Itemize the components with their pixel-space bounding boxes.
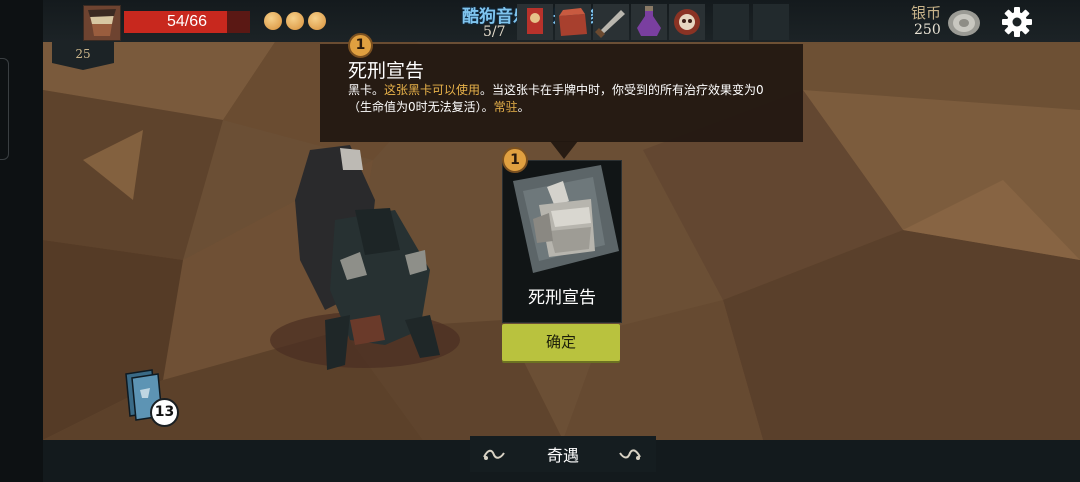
hero-avatar[interactable] — [83, 5, 121, 41]
relic-slot-1[interactable] — [517, 4, 553, 40]
currency-value: 250 — [914, 22, 941, 38]
tooltip-highlight-usable: 这张黑卡可以使用 — [384, 83, 481, 97]
blade-relic-icon — [595, 10, 625, 38]
tooltip-text-c: （生命值为0时无法复活）。 — [348, 100, 494, 114]
energy-orb-2 — [286, 12, 304, 30]
health-bar: 54/66 — [124, 11, 250, 33]
draw-pile-button[interactable]: 13 — [122, 368, 182, 428]
relic-slot-5[interactable] — [669, 4, 705, 40]
right-flourish-icon — [619, 449, 641, 460]
tooltip-line-1: 黑卡。这张黑卡可以使用。当这张卡在手牌中时，你受到的所有治疗效果变为0 — [348, 81, 764, 98]
tooltip-cost-badge: 1 — [348, 33, 373, 58]
relic-slot-7[interactable] — [753, 4, 789, 40]
currency-label: 银币 — [911, 4, 942, 22]
deck-count-badge: 13 — [150, 398, 179, 427]
game-screen: 54/66 25 酷狗音乐 就是歌多 5/7 银币 250 — [0, 0, 1080, 482]
potion-relic-icon — [637, 6, 661, 36]
hero-portrait-icon — [84, 6, 120, 40]
card-name: 死刑宣告 — [528, 288, 596, 308]
relic-slot-2[interactable] — [555, 4, 591, 40]
skull-medallion-icon — [674, 9, 700, 35]
confirm-button-label: 确定 — [545, 333, 576, 351]
tooltip-highlight-permanent: 常驻 — [493, 100, 518, 114]
tooltip-text-d: 。 — [517, 100, 530, 114]
settings-gear-icon[interactable] — [1001, 6, 1033, 38]
card-cost-badge: 1 — [502, 147, 528, 173]
relic-slot-3[interactable] — [593, 4, 629, 40]
curse-card[interactable]: 死刑宣告 — [502, 160, 622, 323]
stone-fist-icon — [513, 165, 619, 273]
tooltip-pointer — [550, 141, 578, 159]
deck-progress: 5/7 — [483, 24, 506, 40]
tooltip-title: 死刑宣告 — [348, 60, 425, 82]
energy-orb-1 — [264, 12, 282, 30]
relic-slot-6[interactable] — [713, 4, 749, 40]
card-tooltip: 死刑宣告 黑卡。这张黑卡可以使用。当这张卡在手牌中时，你受到的所有治疗效果变为0… — [320, 44, 803, 142]
health-text: 54/66 — [166, 13, 208, 30]
level-text: 25 — [75, 47, 91, 61]
relic-slot-4[interactable] — [631, 4, 667, 40]
bezel-notch — [0, 58, 9, 160]
confirm-button[interactable]: 确定 — [502, 324, 620, 361]
deck-count: 13 — [154, 404, 175, 420]
hooded-figures — [270, 145, 460, 370]
banner-relic-icon — [527, 8, 543, 34]
box-relic-icon — [559, 8, 587, 36]
encounter-title-plate: 奇遇 — [470, 436, 656, 472]
tooltip-text-b: 。当这张卡在手牌中时，你受到的所有治疗效果变为0 — [480, 83, 764, 97]
silver-coin-icon — [947, 8, 981, 38]
energy-orb-3 — [308, 12, 326, 30]
tooltip-line-2: （生命值为0时无法复活）。常驻。 — [348, 98, 530, 115]
screen-bezel — [0, 0, 43, 482]
tooltip-cost-text: 1 — [355, 37, 366, 53]
card-cost-text: 1 — [510, 152, 520, 168]
tooltip-text-a: 黑卡。 — [348, 83, 385, 97]
